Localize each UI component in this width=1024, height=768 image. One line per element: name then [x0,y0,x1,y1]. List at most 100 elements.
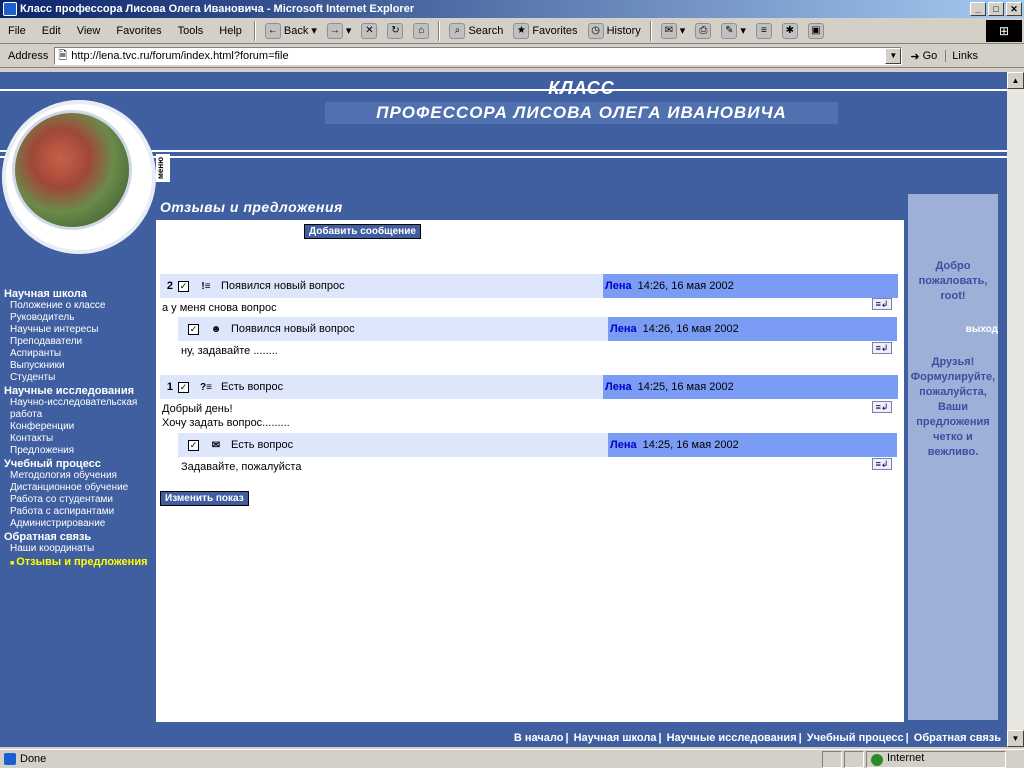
add-message-button[interactable]: Добавить сообщение [304,224,421,239]
go-arrow-icon: ➜ [910,50,920,63]
history-button[interactable]: ◷ History [583,22,646,39]
search-button[interactable]: ⌕ Search [444,22,508,39]
favorites-button[interactable]: ★ Favorites [508,22,582,39]
sidebar-item[interactable]: Научно-исследовательская работа [4,397,154,421]
reply-row[interactable]: ✓ ✉ Есть вопрос Лена 14:25, 16 мая 2002 [178,433,897,457]
scroll-down-button[interactable]: ▼ [1007,730,1024,747]
thread-author[interactable]: Лена [603,280,638,292]
menu-help[interactable]: Help [211,25,250,37]
welcome-text: Добро пожаловать, root! [918,260,988,302]
stop-icon: ✕ [361,22,378,39]
sidebar-item[interactable]: Администрирование [4,518,154,530]
footer-link[interactable]: Учебный процесс [805,732,906,744]
reply-icon[interactable]: ≡↲ [872,298,892,310]
thread-row[interactable]: 2 ✓ !≡ Появился новый вопрос Лена 14:26,… [160,274,898,298]
menu-file[interactable]: File [0,25,34,37]
back-button[interactable]: ← Back ▾ [260,22,322,39]
favorites-label: Favorites [532,24,578,37]
page-icon: 🗎 [58,49,68,62]
print-button[interactable]: ⎙ [690,22,716,39]
thread-author[interactable]: Лена [603,381,638,393]
scroll-up-button[interactable]: ▲ [1007,72,1024,89]
change-view-button[interactable]: Изменить показ [160,491,249,506]
sidebar-item-active[interactable]: Отзывы и предложения [4,555,154,571]
window-title-bar[interactable]: Класс профессора Лисова Олега Ивановича … [0,0,1024,18]
sidebar-item[interactable]: Дистанционное обучение [4,482,154,494]
sidebar-item[interactable]: Конференции [4,421,154,433]
sidebar-item[interactable]: Аспиранты [4,348,154,360]
footer-link[interactable]: Научная школа [572,732,659,744]
sidebar-item[interactable]: Научные интересы [4,324,154,336]
sidebar-item[interactable]: Положение о классе [4,300,154,312]
address-dropdown-button[interactable]: ▼ [885,48,902,64]
sidebar-item[interactable]: Студенты [4,372,154,384]
reply-icon[interactable]: ≡↲ [872,458,892,470]
sidebar-item[interactable]: Работа со студентами [4,494,154,506]
messenger-button[interactable]: ✱ [777,22,803,39]
sidebar-item[interactable]: Руководитель [4,312,154,324]
sidebar-section-school[interactable]: Научная школа [4,288,154,300]
status-bar: Done Internet [0,749,1024,768]
mail-icon: ✉ [660,22,677,39]
menu-tools[interactable]: Tools [170,25,212,37]
mail-button[interactable]: ✉ ▾ [656,22,691,39]
site-title-line2: ПРОФЕССОРА ЛИСОВА ОЛЕГА ИВАНОВИЧА [325,102,838,124]
edit-button[interactable]: ✎ ▾ [716,22,751,39]
sidebar-item[interactable]: Предложения [4,445,154,457]
thread-row[interactable]: 1 ✓ ?≡ Есть вопрос Лена 14:25, 16 мая 20… [160,375,898,399]
footer-link[interactable]: В начало [512,732,566,744]
go-button[interactable]: ➜ Go [902,50,945,63]
menu-tab[interactable]: меню [156,154,170,182]
reply-checkbox[interactable]: ✓ [188,323,199,335]
stop-button[interactable]: ✕ [356,22,382,39]
research-button[interactable]: ▣ [803,22,829,39]
discuss-button[interactable]: ≡ [751,22,777,39]
sidebar-item[interactable]: Методология обучения [4,470,154,482]
sidebar-item[interactable]: Выпускники [4,360,154,372]
reply-row[interactable]: ✓ ☻ Появился новый вопрос Лена 14:26, 16… [178,317,897,341]
reply-icon[interactable]: ≡↲ [872,401,892,413]
home-icon: ⌂ [413,22,430,39]
sidebar-item[interactable]: Преподаватели [4,336,154,348]
vertical-scrollbar[interactable]: ▲ ▼ [1007,72,1024,747]
sidebar-section-research[interactable]: Научные исследования [4,385,154,397]
logout-link[interactable]: выход [966,324,998,335]
reply-date: 14:26, 16 мая 2002 [642,323,739,335]
reply-body: ну, задавайте ........ [181,345,278,357]
maximize-button[interactable]: □ [988,2,1004,16]
reply-author[interactable]: Лена [608,439,643,451]
reply-checkbox[interactable]: ✓ [188,439,199,451]
refresh-button[interactable]: ↻ [382,22,408,39]
reply-subject[interactable]: Есть вопрос [231,439,293,451]
question-icon: ?≡ [200,381,212,393]
menu-favorites[interactable]: Favorites [108,25,169,37]
reply-body: Задавайте, пожалуйста [181,461,302,473]
menu-toolbar: File Edit View Favorites Tools Help ← Bac… [0,18,1024,44]
address-input[interactable]: 🗎 http://lena.tvc.ru/forum/index.html?fo… [54,47,903,65]
sidebar-item[interactable]: Контакты [4,433,154,445]
thread-checkbox[interactable]: ✓ [178,381,189,393]
favorites-icon: ★ [513,22,530,39]
thread-date: 14:25, 16 мая 2002 [637,381,734,393]
sidebar-section-education[interactable]: Учебный процесс [4,458,154,470]
home-button[interactable]: ⌂ [408,22,434,39]
forum-title: Отзывы и предложения [156,194,904,220]
links-button[interactable]: Links [945,50,984,62]
footer-link[interactable]: Научные исследования [665,732,799,744]
go-label: Go [922,50,938,62]
thread-subject[interactable]: Появился новый вопрос [221,280,345,292]
minimize-button[interactable]: _ [970,2,986,16]
reply-icon[interactable]: ≡↲ [872,342,892,354]
sidebar-item[interactable]: Наши координаты [4,543,154,555]
footer-link[interactable]: Обратная связь [912,732,1003,744]
reply-author[interactable]: Лена [608,323,643,335]
reply-subject[interactable]: Появился новый вопрос [231,323,355,335]
sidebar-section-feedback[interactable]: Обратная связь [4,531,154,543]
menu-view[interactable]: View [69,25,109,37]
thread-checkbox[interactable]: ✓ [178,280,189,292]
thread-subject[interactable]: Есть вопрос [221,381,283,393]
sidebar-item[interactable]: Работа с аспирантами [4,506,154,518]
close-button[interactable]: ✕ [1006,2,1022,16]
forward-button[interactable]: → ▾ [322,22,357,39]
menu-edit[interactable]: Edit [34,25,69,37]
